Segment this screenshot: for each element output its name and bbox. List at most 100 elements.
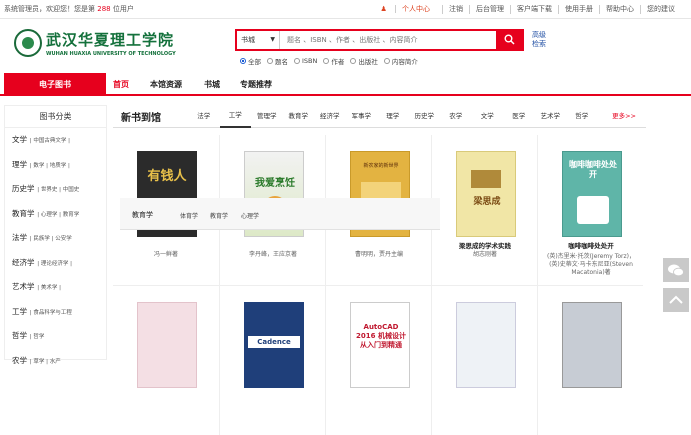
radio-author[interactable]: 作者 xyxy=(323,56,344,66)
radio-label: 作者 xyxy=(331,58,345,66)
university-seal-icon xyxy=(14,29,42,57)
book-card[interactable] xyxy=(537,285,643,435)
radio-summary[interactable]: 内容简介 xyxy=(383,56,418,66)
sidebar-item-history[interactable]: 历史学 | 世界史 | 中国史 xyxy=(5,177,106,202)
sidebar-item-law[interactable]: 法学 | 民族学 | 公安学 xyxy=(5,226,106,251)
help-center-link[interactable]: 帮助中心 xyxy=(599,5,640,14)
sidebar-item-education[interactable]: 教育学 | 心理学 | 教育学 xyxy=(5,202,106,227)
wechat-button[interactable] xyxy=(663,258,689,282)
sidebar-item-literature[interactable]: 文学 | 中国古典文学 | xyxy=(5,128,106,153)
radio-isbn[interactable]: ISBN xyxy=(294,56,317,66)
book-cover[interactable]: 咖啡咖啡处处开 xyxy=(562,151,622,237)
category-name: 文学 xyxy=(12,135,27,144)
tab-military[interactable]: 军事学 xyxy=(346,105,378,128)
nav-library-resources[interactable]: 本馆资源 xyxy=(150,73,182,96)
cover-text: 咖啡咖啡处处开 xyxy=(569,160,617,179)
radio-dot xyxy=(383,58,390,64)
sidebar-item-agriculture[interactable]: 农学 | 草学 | 水产 xyxy=(5,349,106,374)
search-button[interactable] xyxy=(496,29,524,51)
search-type-select[interactable]: 书城 ▼ xyxy=(237,31,280,49)
book-cover[interactable] xyxy=(137,302,197,388)
radio-label: 全部 xyxy=(248,58,261,66)
sidebar-item-philosophy[interactable]: 哲学 | 哲学 xyxy=(5,324,106,349)
cover-text: 有钱人 xyxy=(147,169,187,184)
welcome-message: 系统管理员，欢迎您！您是第 288 位用户 xyxy=(4,0,134,19)
radio-dot xyxy=(240,58,246,64)
feedback-link[interactable]: 您的建议 xyxy=(640,5,681,14)
book-card[interactable] xyxy=(431,285,537,435)
nav-topics[interactable]: 专题推荐 xyxy=(240,73,272,96)
nav-bookstore[interactable]: 书城 xyxy=(204,73,220,96)
radio-publisher[interactable]: 出版社 xyxy=(350,56,378,66)
radio-dot xyxy=(294,58,300,64)
client-download-link[interactable]: 客户端下载 xyxy=(510,5,558,14)
tab-law[interactable]: 法学 xyxy=(188,105,220,128)
tab-education[interactable]: 教育学 xyxy=(283,105,315,128)
tab-management[interactable]: 管理学 xyxy=(251,105,283,128)
submenu-item-sports[interactable]: 体育学 xyxy=(180,211,198,220)
tab-medicine[interactable]: 医学 xyxy=(503,105,535,128)
advanced-search-link[interactable]: 高级检索 xyxy=(532,31,548,49)
sidebar-item-engineering[interactable]: 工学 | 食品科学与工程 xyxy=(5,300,106,325)
new-books-title: 新书到馆 xyxy=(121,113,161,124)
sidebar-title: 图书分类 xyxy=(5,106,106,128)
tab-economics[interactable]: 经济学 xyxy=(314,105,346,128)
book-card[interactable]: 咖啡咖啡处处开 咖啡咖啡处处开 (英)杰里米·托茨(Jeremy Torz)，(… xyxy=(537,135,643,285)
book-cover[interactable]: AutoCAD 2016 机械设计从入门到精通 xyxy=(350,302,410,388)
radio-label: 题名 xyxy=(275,58,288,66)
submenu-item-education[interactable]: 教育学 xyxy=(210,211,228,220)
cover-illustration xyxy=(471,170,501,188)
tab-arts[interactable]: 艺术学 xyxy=(535,105,567,128)
category-name: 理学 xyxy=(12,159,27,169)
radio-all[interactable]: 全部 xyxy=(240,56,261,66)
admin-link[interactable]: 后台管理 xyxy=(469,5,510,14)
tab-literature[interactable]: 文学 xyxy=(472,105,504,128)
manual-link[interactable]: 使用手册 xyxy=(558,5,599,14)
radio-label: ISBN xyxy=(302,57,318,65)
university-logo[interactable]: 武汉华夏理工学院 WUHAN HUAXIA UNIVERSITY OF TECH… xyxy=(14,29,176,65)
sidebar-item-science[interactable]: 理学 | 数学 | 地质学 | xyxy=(5,153,106,178)
book-cover[interactable] xyxy=(562,302,622,388)
book-title[interactable]: 咖啡咖啡处处开 xyxy=(538,242,644,250)
category-name: 经济学 xyxy=(12,257,35,267)
chevron-down-icon: ▼ xyxy=(270,36,275,43)
personal-center-link[interactable]: ♟ 个人中心 xyxy=(368,5,442,14)
cover-illustration xyxy=(577,196,609,224)
search-input[interactable] xyxy=(287,33,487,47)
book-cover[interactable]: 梁思成 xyxy=(456,151,516,237)
radio-dot xyxy=(267,58,273,64)
new-books-panel: 新书到馆 法学 工学 管理学 教育学 经济学 军事学 理学 历史学 农学 文学 … xyxy=(113,105,646,435)
tab-philosophy[interactable]: 哲学 xyxy=(566,105,598,128)
book-cover[interactable]: Cadence xyxy=(244,302,304,388)
search-box: 书城 ▼ xyxy=(235,29,524,51)
book-card[interactable]: 梁思成 梁思成的学术实践 胡志刚著 xyxy=(431,135,537,285)
sidebar-item-arts[interactable]: 艺术学 | 美术学 | xyxy=(5,275,106,300)
book-card[interactable] xyxy=(113,285,219,435)
wechat-icon xyxy=(668,264,684,277)
submenu-item-psychology[interactable]: 心理学 xyxy=(241,211,259,220)
radio-title[interactable]: 题名 xyxy=(267,56,288,66)
ebook-category-button[interactable]: 电子图书 xyxy=(4,73,106,96)
tab-science[interactable]: 理学 xyxy=(377,105,409,128)
nav-home[interactable]: 首页 xyxy=(113,73,129,96)
book-author: (英)杰里米·托茨(Jeremy Torz)，(英)史蒂文·马卡东尼亚(Stev… xyxy=(547,253,635,276)
new-books-header: 新书到馆 法学 工学 管理学 教育学 经济学 军事学 理学 历史学 农学 文学 … xyxy=(113,105,646,128)
book-title[interactable]: 梁思成的学术实践 xyxy=(432,242,538,250)
tab-agriculture[interactable]: 农学 xyxy=(440,105,472,128)
radio-dot xyxy=(350,58,357,64)
back-to-top-button[interactable] xyxy=(663,288,689,312)
sidebar-item-economics[interactable]: 经济学 | 理论经济学 | xyxy=(5,251,106,276)
logout-link[interactable]: 注销 xyxy=(442,5,469,14)
search-scope-radios: 全部 题名 ISBN 作者 出版社 内容简介 xyxy=(240,56,424,66)
category-name: 艺术学 xyxy=(12,282,35,291)
more-link[interactable]: 更多>> xyxy=(612,105,636,128)
book-card[interactable]: AutoCAD 2016 机械设计从入门到精通 xyxy=(325,285,431,435)
logo-name-en: WUHAN HUAXIA UNIVERSITY OF TECHNOLOGY xyxy=(46,51,176,57)
submenu-heading[interactable]: 教育学 xyxy=(132,210,153,220)
category-subs: 心理学 | 教育学 xyxy=(40,211,80,218)
book-cover[interactable] xyxy=(456,302,516,388)
arrow-up-icon xyxy=(669,295,683,304)
tab-engineering[interactable]: 工学 xyxy=(219,105,251,128)
tab-history[interactable]: 历史学 xyxy=(409,105,441,128)
book-card[interactable]: Cadence xyxy=(219,285,325,435)
